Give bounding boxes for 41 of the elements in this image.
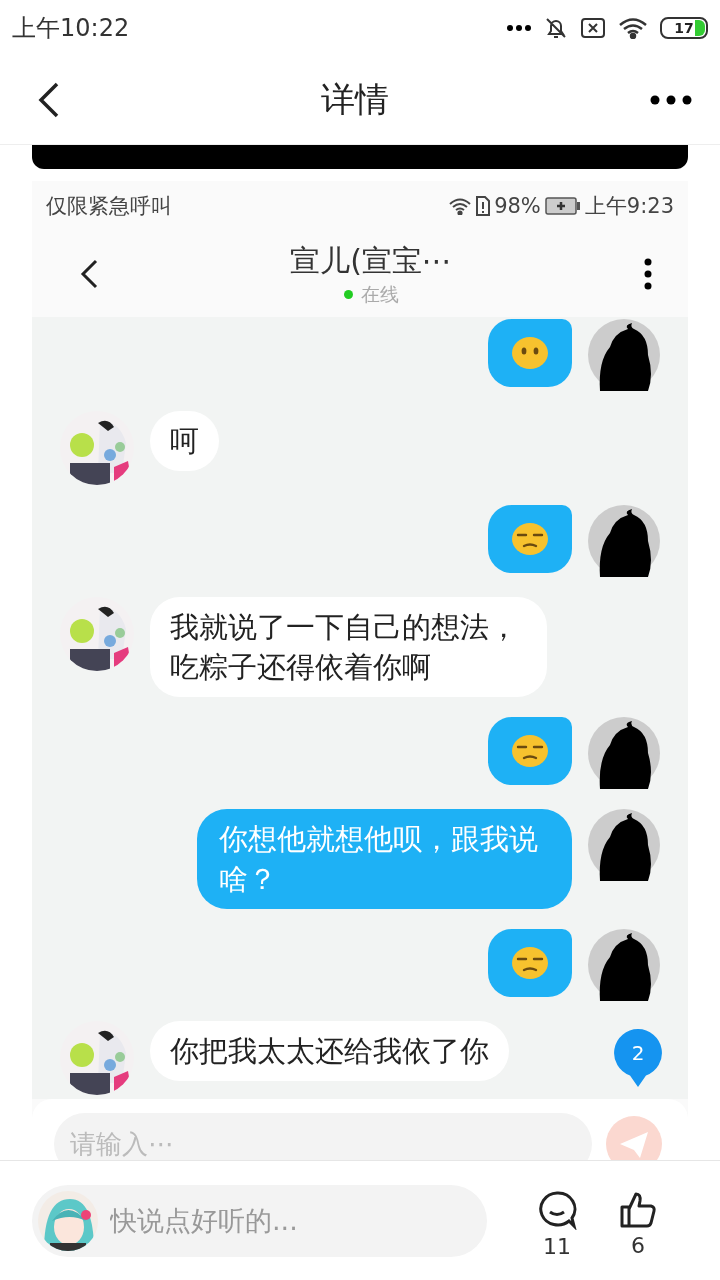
status-time: 上午10:22 bbox=[12, 12, 130, 44]
comment-count: 11 bbox=[543, 1234, 571, 1259]
avatar-icon bbox=[588, 809, 660, 881]
back-icon[interactable] bbox=[38, 81, 60, 118]
comment-icon[interactable] bbox=[537, 1190, 577, 1230]
bell-muted-icon bbox=[544, 15, 568, 40]
battery-percent: 98% bbox=[494, 194, 541, 218]
more-icon bbox=[506, 23, 532, 32]
message-bubble: 我就说了一下自己的想法，吃粽子还得依着你啊 bbox=[150, 597, 547, 697]
sim-error-icon bbox=[580, 16, 606, 39]
back-icon[interactable] bbox=[80, 259, 98, 289]
page-title: 详情 bbox=[321, 77, 389, 121]
message-bubble: 你想他就想他呗，跟我说啥？ bbox=[197, 809, 572, 909]
emoji-face-icon bbox=[511, 522, 549, 556]
status-time: 上午9:23 bbox=[584, 193, 674, 220]
avatar-icon bbox=[588, 929, 660, 1001]
avatar-icon bbox=[588, 505, 660, 577]
battery-charging-icon bbox=[544, 197, 581, 215]
more-icon[interactable] bbox=[644, 258, 652, 290]
comment-field[interactable]: 快说点好听的... bbox=[32, 1184, 487, 1257]
more-icon[interactable] bbox=[650, 94, 692, 105]
message-input[interactable]: 请输入⋯ bbox=[54, 1113, 592, 1160]
comment-input[interactable]: 快说点好听的... bbox=[108, 1204, 481, 1237]
unread-badge[interactable]: 2 bbox=[614, 1029, 662, 1087]
presence-status: 在线 bbox=[360, 281, 399, 307]
wifi-icon bbox=[618, 16, 648, 39]
emoji-face-icon bbox=[511, 946, 549, 980]
carrier-text: 仅限紧急呼叫 bbox=[46, 193, 172, 220]
battery-icon: 17 bbox=[660, 16, 708, 39]
sim-alert-icon bbox=[476, 196, 491, 216]
avatar-icon bbox=[588, 319, 660, 391]
chat-title: 宣儿(宣宝⋯ bbox=[290, 241, 452, 280]
like-count: 6 bbox=[631, 1233, 645, 1258]
message-bubble: 你把我太太还给我依了你 bbox=[150, 1021, 509, 1081]
emoji-face-icon bbox=[511, 734, 549, 768]
thumbs-up-icon[interactable] bbox=[619, 1191, 657, 1229]
avatar-icon bbox=[588, 717, 660, 789]
online-dot bbox=[343, 290, 353, 299]
emoji-face-icon bbox=[511, 336, 549, 370]
wifi-icon bbox=[448, 197, 473, 215]
message-bubble: 呵 bbox=[150, 411, 219, 471]
